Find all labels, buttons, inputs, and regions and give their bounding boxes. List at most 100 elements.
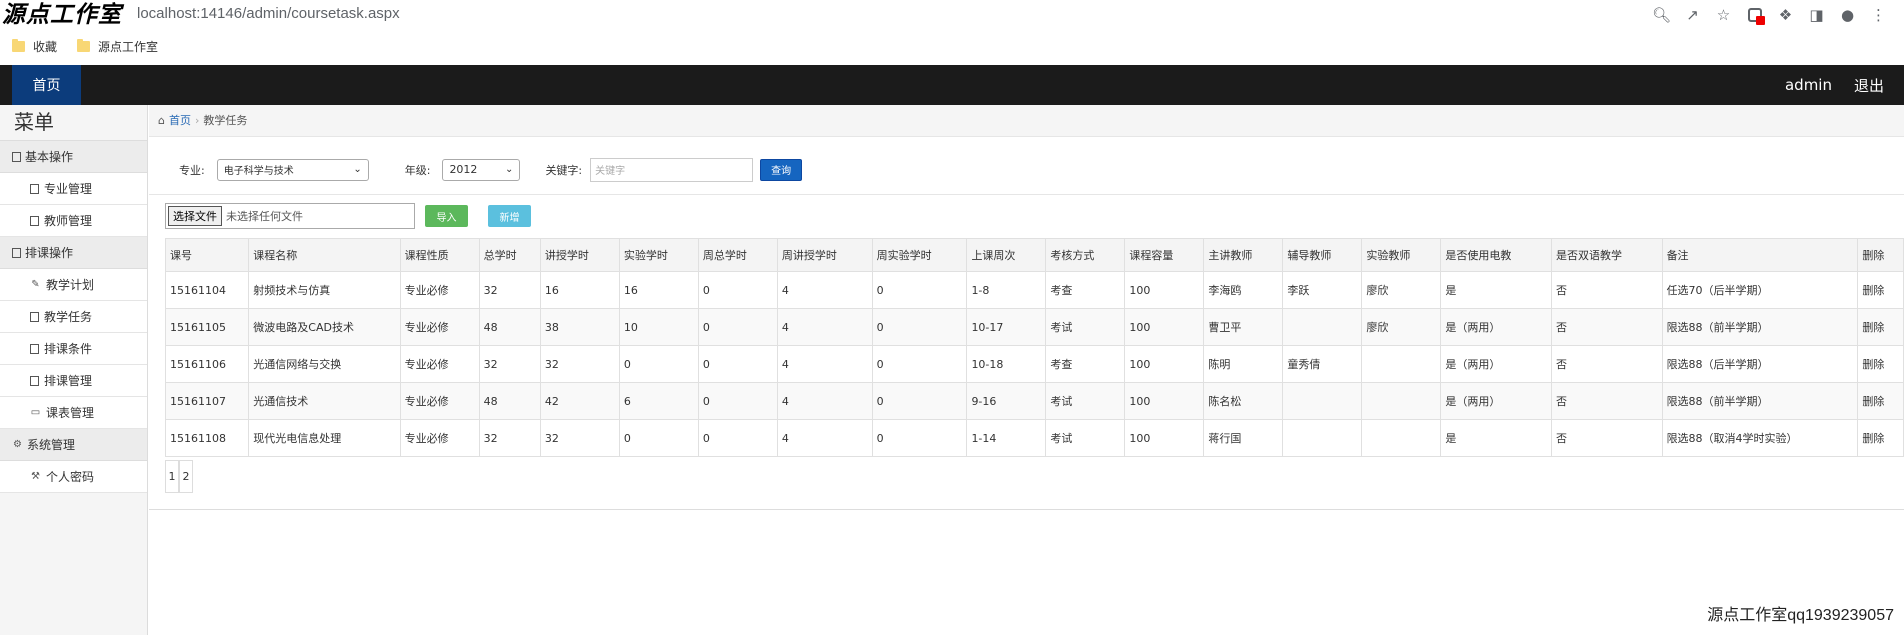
add-button[interactable]: 新增 — [488, 205, 531, 227]
bookmark-studio[interactable]: 源点工作室 — [77, 38, 158, 55]
page-1[interactable]: 1 — [165, 460, 179, 493]
sidebar-item-timetable[interactable]: ▭ 课表管理 — [0, 397, 147, 429]
table-cell — [1361, 345, 1442, 383]
breadcrumb-home[interactable]: 首页 — [169, 105, 191, 137]
delete-link[interactable]: 删除 — [1857, 382, 1904, 420]
sidebar-item-arrange[interactable]: 排课管理 — [0, 365, 147, 397]
sidebar-item-major[interactable]: 专业管理 — [0, 173, 147, 205]
table-cell: 32 — [478, 345, 541, 383]
profile-icon[interactable]: ● — [1832, 4, 1863, 26]
table-cell: 限选88（前半学期） — [1661, 382, 1859, 420]
sidebar-item-label: 排课管理 — [44, 373, 93, 388]
table-cell: 光通信网络与交换 — [248, 345, 401, 383]
sidebar-item-condition[interactable]: 排课条件 — [0, 333, 147, 365]
star-icon[interactable]: ☆ — [1708, 4, 1739, 26]
table-cell: 16 — [618, 271, 699, 309]
table-cell: 48 — [478, 308, 541, 346]
delete-link[interactable]: 删除 — [1857, 271, 1904, 309]
delete-link[interactable]: 删除 — [1857, 308, 1904, 346]
table-cell: 专业必修 — [399, 419, 480, 457]
sidebar-item-task[interactable]: 教学任务 — [0, 301, 147, 333]
list-icon — [12, 151, 21, 162]
table-cell: 0 — [697, 382, 778, 420]
nav-home[interactable]: 首页 — [12, 65, 81, 105]
delete-link[interactable]: 删除 — [1857, 419, 1904, 457]
table-cell: 0 — [871, 308, 968, 346]
keyword-label: 关键字: — [545, 163, 583, 177]
table-cell: 0 — [697, 271, 778, 309]
table-cell: 1-14 — [966, 419, 1047, 457]
table-cell: 射频技术与仿真 — [248, 271, 401, 309]
table-cell: 是（两用） — [1440, 308, 1552, 346]
bookmark-favorites[interactable]: 收藏 — [12, 38, 57, 55]
watermark-logo: 源点工作室 — [2, 1, 122, 28]
table-cell: 限选88（前半学期） — [1661, 308, 1859, 346]
table-cell: 15161105 — [164, 308, 250, 346]
url-field[interactable]: localhost:14146/admin/coursetask.aspx — [137, 0, 400, 28]
table-cell: 专业必修 — [399, 308, 480, 346]
sidebar-item-teacher[interactable]: 教师管理 — [0, 205, 147, 237]
table-cell: 专业必修 — [399, 345, 480, 383]
extension-badge-icon[interactable] — [1739, 4, 1770, 26]
username[interactable]: admin — [1785, 76, 1832, 94]
bookmark-label: 源点工作室 — [98, 39, 159, 54]
puzzle-icon[interactable]: ❖ — [1770, 4, 1801, 26]
column-header: 课程容量 — [1124, 238, 1205, 272]
table-cell: 光通信技术 — [248, 382, 401, 420]
sidebar-item-label: 教师管理 — [44, 213, 93, 228]
breadcrumb: ⌂ 首页 › 教学任务 — [149, 105, 1904, 137]
table-cell: 0 — [697, 345, 778, 383]
page-2[interactable]: 2 — [179, 460, 193, 493]
grade-select[interactable]: 2012 ⌄ — [442, 158, 521, 181]
file-input[interactable]: 选择文件 未选择任何文件 — [165, 203, 415, 229]
more-menu-icon[interactable]: ⋮ — [1863, 4, 1894, 26]
major-select[interactable]: 电子科学与技术 ⌄ — [216, 158, 369, 181]
breadcrumb-current: 教学任务 — [203, 113, 248, 127]
table-cell: 考查 — [1045, 345, 1126, 383]
column-header: 上课周次 — [966, 238, 1047, 272]
table-cell: 10-18 — [966, 345, 1047, 383]
table-cell: 1-8 — [966, 271, 1047, 309]
choose-file-button[interactable]: 选择文件 — [168, 206, 222, 226]
sidebar-item-password[interactable]: ⚒ 个人密码 — [0, 461, 147, 493]
table-cell: 10 — [618, 308, 699, 346]
sidebar-item-plan[interactable]: ✎ 教学计划 — [0, 269, 147, 301]
table-row: 15161106 光通信网络与交换 专业必修 32 32 0 0 4 0 10-18 考查 100 陈明… — [164, 345, 1904, 383]
share-icon[interactable]: ↗ — [1677, 4, 1708, 26]
table-cell: 15161104 — [164, 271, 250, 309]
table-cell: 0 — [871, 345, 968, 383]
table-cell — [1361, 419, 1442, 457]
import-button[interactable]: 导入 — [425, 205, 468, 227]
list-icon — [30, 375, 39, 386]
table-cell: 0 — [871, 382, 968, 420]
sidebar-toggle-icon[interactable]: ◨ — [1801, 4, 1832, 26]
table-cell: 是 — [1440, 419, 1552, 457]
table-cell: 考试 — [1045, 382, 1126, 420]
table-cell: 100 — [1124, 382, 1205, 420]
folder-icon — [12, 38, 25, 52]
keyword-input[interactable]: 关键字 — [590, 157, 754, 182]
table-cell: 38 — [539, 308, 620, 346]
table-cell: 32 — [478, 419, 541, 457]
gear-icon: ⚙ — [13, 438, 22, 450]
table-cell: 0 — [618, 419, 699, 457]
query-button[interactable]: 查询 — [760, 158, 803, 181]
table-cell — [1282, 308, 1363, 346]
table-cell: 16 — [539, 271, 620, 309]
zoom-icon[interactable]: 🔍︎ — [1646, 4, 1677, 26]
table-cell — [1282, 419, 1363, 457]
column-header: 考核方式 — [1045, 238, 1126, 272]
table-row: 15161105 微波电路及CAD技术 专业必修 48 38 10 0 4 0 10-17 考试 10… — [164, 308, 1904, 346]
menu-group-schedule[interactable]: 排课操作 — [0, 237, 147, 269]
table-cell: 考试 — [1045, 308, 1126, 346]
delete-link[interactable]: 删除 — [1857, 345, 1904, 383]
app-header: 首页 admin 退出 — [0, 65, 1904, 105]
menu-group-basic[interactable]: 基本操作 — [0, 141, 147, 173]
list-icon — [12, 247, 21, 258]
logout-link[interactable]: 退出 — [1854, 75, 1884, 96]
major-label: 专业: — [179, 163, 205, 177]
table-cell: 是（两用） — [1440, 382, 1552, 420]
menu-group-system[interactable]: ⚙ 系统管理 — [0, 429, 147, 461]
table-cell: 李跃 — [1282, 271, 1363, 309]
filter-bar: 专业: 电子科学与技术 ⌄ 年级: 2012 ⌄ 关键字: 关键字 查询 — [149, 145, 1904, 195]
